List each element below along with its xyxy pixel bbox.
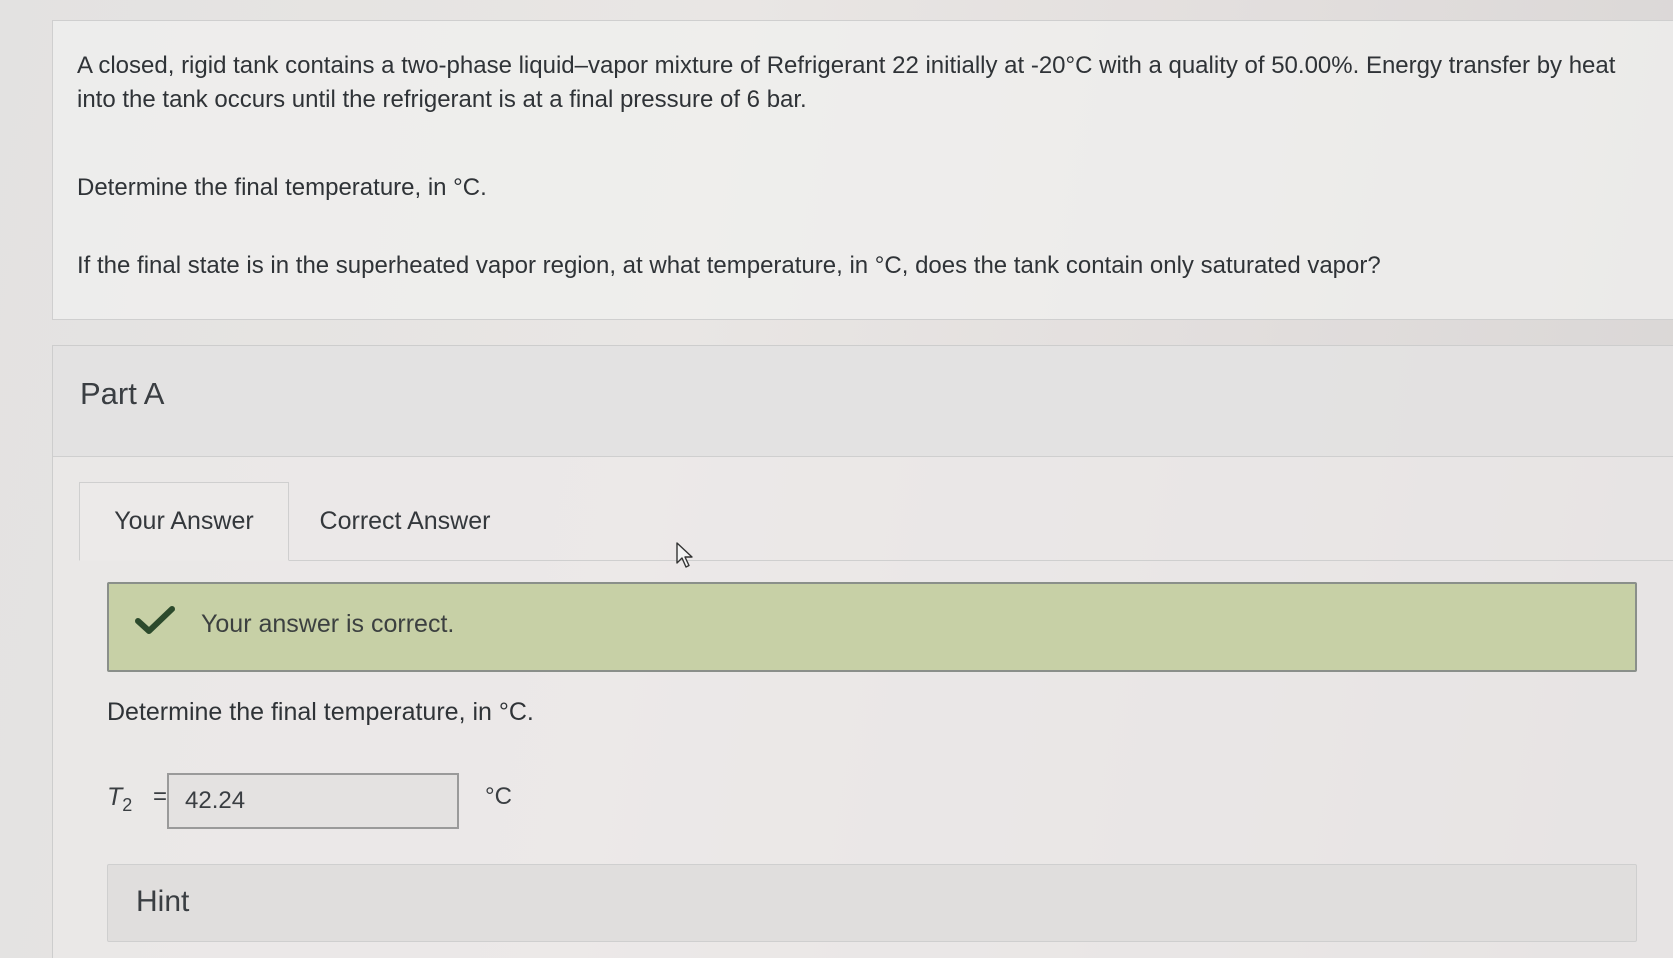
question-box: A closed, rigid tank contains a two-phas… bbox=[52, 20, 1673, 320]
hint-button[interactable]: Hint bbox=[107, 864, 1637, 942]
unit-label: °C bbox=[485, 783, 512, 810]
tab-correct-answer[interactable]: Correct Answer bbox=[289, 482, 521, 560]
part-title: Part A bbox=[80, 376, 165, 411]
page-background: A closed, rigid tank contains a two-phas… bbox=[0, 0, 1673, 958]
part-a-panel: Part A Your Answer Correct Answer Your a… bbox=[52, 345, 1673, 958]
tab-your-answer[interactable]: Your Answer bbox=[79, 482, 289, 561]
equals-sign: = bbox=[153, 783, 168, 810]
variable-symbol: T bbox=[107, 783, 123, 811]
temperature-answer-input[interactable] bbox=[167, 773, 459, 829]
question-ask-final-temperature: Determine the final temperature, in °C. bbox=[77, 174, 487, 201]
checkmark-icon bbox=[135, 606, 175, 634]
mouse-cursor-icon bbox=[676, 542, 693, 568]
answer-tabs: Your Answer Correct Answer bbox=[79, 482, 1673, 561]
variable-label: T2 bbox=[107, 783, 132, 816]
feedback-correct-banner: Your answer is correct. bbox=[107, 582, 1637, 672]
feedback-text: Your answer is correct. bbox=[201, 610, 455, 638]
answer-row: T2 = °C bbox=[107, 771, 607, 829]
hint-label: Hint bbox=[136, 885, 190, 918]
variable-subscript: 2 bbox=[122, 795, 133, 815]
sub-question: Determine the final temperature, in °C. bbox=[107, 698, 534, 726]
part-header: Part A bbox=[53, 346, 1673, 457]
question-ask-saturated-vapor: If the final state is in the superheated… bbox=[77, 252, 1381, 279]
question-intro: A closed, rigid tank contains a two-phas… bbox=[77, 52, 1616, 113]
